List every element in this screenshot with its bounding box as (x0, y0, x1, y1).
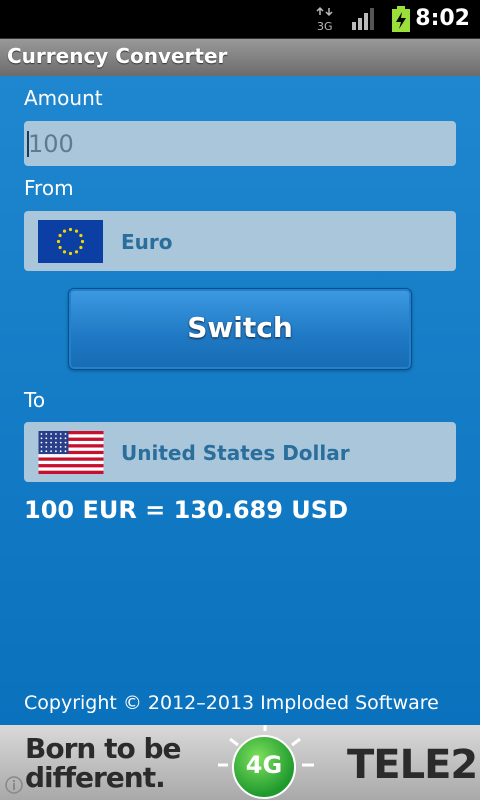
text-caret (27, 131, 29, 157)
switch-button[interactable]: Switch (68, 288, 412, 370)
battery-charging-icon (392, 6, 410, 32)
amount-input[interactable] (28, 121, 448, 166)
conversion-result: 100 EUR = 130.689 USD (24, 496, 348, 524)
signal-strength-icon (352, 8, 374, 30)
copyright-text: Copyright © 2012–2013 Imploded Software (24, 692, 439, 714)
status-bar: 3G 8:02 (0, 0, 480, 38)
to-label: To (24, 388, 46, 412)
title-bar: Currency Converter (0, 38, 480, 76)
ad-banner[interactable]: Born to be different. 4G TELE2 (0, 725, 480, 800)
main-content: Amount From Euro Switch To United States… (0, 76, 480, 725)
from-currency-name: Euro (121, 230, 173, 254)
ad-tagline-line2: different. (25, 761, 166, 794)
ad-brand-logo: TELE2 (347, 742, 478, 788)
to-currency-select[interactable]: United States Dollar (24, 422, 456, 482)
amount-label: Amount (24, 86, 103, 110)
from-label: From (24, 176, 74, 200)
network-label: 3G (317, 20, 333, 32)
app-title: Currency Converter (7, 44, 228, 68)
ad-info-icon[interactable] (4, 775, 24, 795)
ad-4g-text: 4G (245, 751, 283, 779)
ad-4g-badge: 4G (232, 735, 296, 799)
to-currency-name: United States Dollar (121, 441, 350, 465)
network-3g-icon: 3G (316, 6, 333, 32)
us-flag-icon (38, 431, 104, 474)
amount-field[interactable] (24, 121, 456, 166)
status-time: 8:02 (415, 6, 470, 31)
eu-flag-icon (38, 220, 103, 263)
switch-button-label: Switch (187, 311, 293, 344)
from-currency-select[interactable]: Euro (24, 211, 456, 271)
